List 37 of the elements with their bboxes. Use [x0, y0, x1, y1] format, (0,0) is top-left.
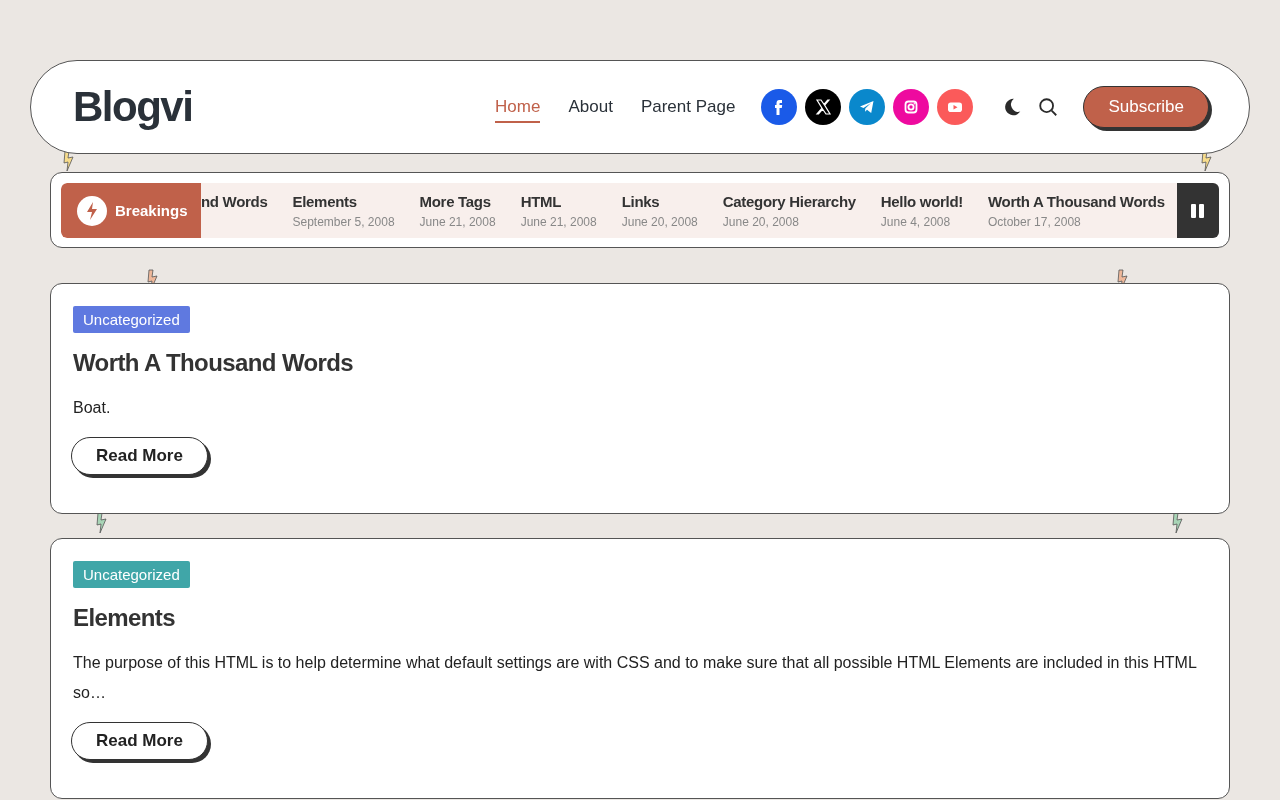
breaking-text: Breakings [115, 202, 188, 219]
read-more-button[interactable]: Read More [71, 722, 208, 760]
post-excerpt: The purpose of this HTML is to help determine what default settings are with CSS and to make sure that all possible HTML Elements are included in this HTML so… [73, 653, 1198, 703]
ticker-title[interactable]: HTML [520, 192, 597, 210]
ticker-title[interactable]: Elements [292, 192, 395, 210]
post-excerpt: Boat. [73, 398, 112, 418]
ticker-date: June 20, 2008 [722, 214, 800, 229]
ticker-title[interactable]: Worth A Thousand Words [988, 192, 1165, 210]
youtube-icon[interactable] [937, 89, 974, 125]
pause-button[interactable] [1177, 183, 1219, 238]
ticker-date: June 21, 2008 [520, 214, 597, 229]
facebook-icon[interactable] [761, 89, 798, 125]
ticker-title[interactable]: More Tags [419, 192, 496, 210]
subscribe-button[interactable]: Subscribe [1083, 86, 1209, 128]
nav-link[interactable]: Home [495, 91, 541, 123]
ticker-date: June 20, 2008 [621, 214, 698, 229]
read-more-button[interactable]: Read More [71, 437, 208, 475]
ticker-date: October 17, 2008 [988, 214, 1082, 229]
ticker-date: September 5, 2008 [292, 214, 395, 229]
nav-link[interactable]: About [568, 91, 613, 123]
lightning-icon [77, 195, 107, 226]
ticker-title[interactable]: Category Hierarchy [722, 192, 856, 210]
ticker-date: June 21, 2008 [419, 214, 496, 229]
category-tag[interactable]: Uncategorized [73, 306, 190, 333]
pause-icon [1191, 202, 1205, 219]
search-icon[interactable] [1037, 96, 1060, 118]
ticker-title[interactable]: Hello world! [880, 192, 964, 210]
ticker-date: June 4, 2008 [880, 214, 952, 229]
site-logo[interactable]: Blogvi [73, 83, 193, 131]
instagram-icon[interactable] [893, 89, 930, 125]
x-icon[interactable] [805, 89, 842, 125]
post-title[interactable]: Worth A Thousand Words [73, 349, 1207, 377]
post-title[interactable]: Elements [73, 604, 1207, 632]
telegram-icon[interactable] [849, 89, 886, 125]
ticker-title[interactable]: Links [621, 192, 698, 210]
ticker-title[interactable]: nd Words [201, 192, 268, 210]
nav-link[interactable]: Parent Page [640, 91, 736, 123]
